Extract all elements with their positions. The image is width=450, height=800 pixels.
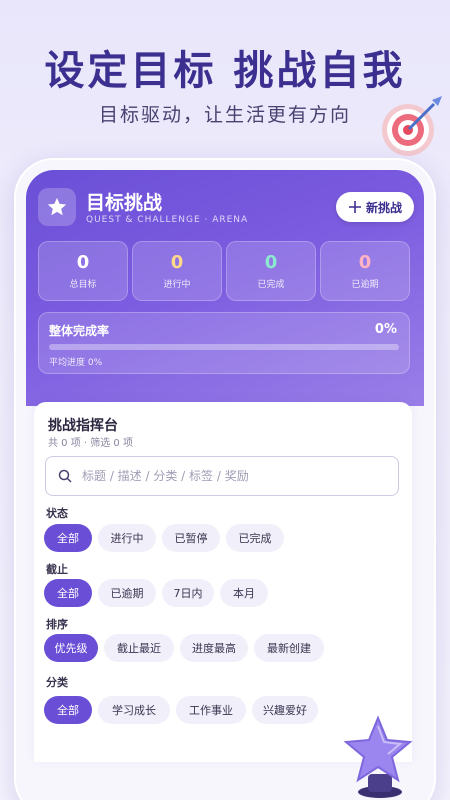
stat-completed[interactable]: 0 已完成 [226,241,316,301]
overall-progress: 整体完成率 0% 平均进度 0% [38,312,410,374]
category-chip-work[interactable]: 工作事业 [176,696,246,724]
target-icon [382,96,442,156]
deadline-chip-this-month[interactable]: 本月 [220,579,268,607]
search-icon [58,469,72,483]
category-chip-all[interactable]: 全部 [44,696,92,724]
progress-value: 0% [374,322,397,337]
sort-chip-newest[interactable]: 最新创建 [254,634,324,662]
deadline-chip-all[interactable]: 全部 [44,579,92,607]
status-chip-all[interactable]: 全部 [44,524,92,552]
plus-icon [348,201,361,213]
average-progress: 平均进度 0% [49,358,103,368]
app-subtitle: QUEST & CHALLENGE · ARENA [86,215,249,225]
stat-in-progress[interactable]: 0 进行中 [132,241,222,301]
deadline-chip-overdue[interactable]: 已逾期 [98,579,156,607]
deadline-filter-label: 截止 [46,563,68,576]
new-challenge-label: 新挑战 [365,200,402,215]
console-title: 挑战指挥台 [48,418,118,434]
category-chip-hobby[interactable]: 兴趣爱好 [252,696,318,724]
sort-chip-progress[interactable]: 进度最高 [180,634,248,662]
deadline-chip-7-days[interactable]: 7日内 [162,579,214,607]
category-chip-learning[interactable]: 学习成长 [98,696,170,724]
progress-label: 整体完成率 [49,324,110,338]
new-challenge-button[interactable]: 新挑战 [336,192,414,222]
sort-chip-priority[interactable]: 优先级 [44,634,98,662]
star-icon [47,197,67,216]
stat-value: 0 [264,252,278,273]
trophy-star-icon [343,715,413,798]
sort-chip-deadline[interactable]: 截止最近 [104,634,174,662]
promo-title: 设定目标 挑战自我 [44,48,406,94]
stat-label: 总目标 [69,280,97,290]
stat-value: 0 [170,252,184,273]
search-box[interactable] [45,456,399,496]
status-filter-label: 状态 [46,507,68,520]
search-input[interactable] [82,469,382,483]
stat-value: 0 [358,252,372,273]
console-count: 共 0 项 · 筛选 0 项 [48,438,133,449]
stat-label: 已逾期 [351,280,379,290]
stat-overdue[interactable]: 0 已逾期 [320,241,410,301]
sort-label: 排序 [46,618,68,631]
app-title: 目标挑战 [86,192,163,214]
status-chip-paused[interactable]: 已暂停 [162,524,220,552]
progress-track [49,344,399,350]
status-chip-completed[interactable]: 已完成 [226,524,284,552]
stat-label: 进行中 [163,280,191,290]
stat-label: 已完成 [257,280,285,290]
stat-total[interactable]: 0 总目标 [38,241,128,301]
app-logo [38,188,76,226]
status-chip-in-progress[interactable]: 进行中 [98,524,156,552]
category-filter-label: 分类 [46,676,68,689]
stat-value: 0 [76,252,90,273]
